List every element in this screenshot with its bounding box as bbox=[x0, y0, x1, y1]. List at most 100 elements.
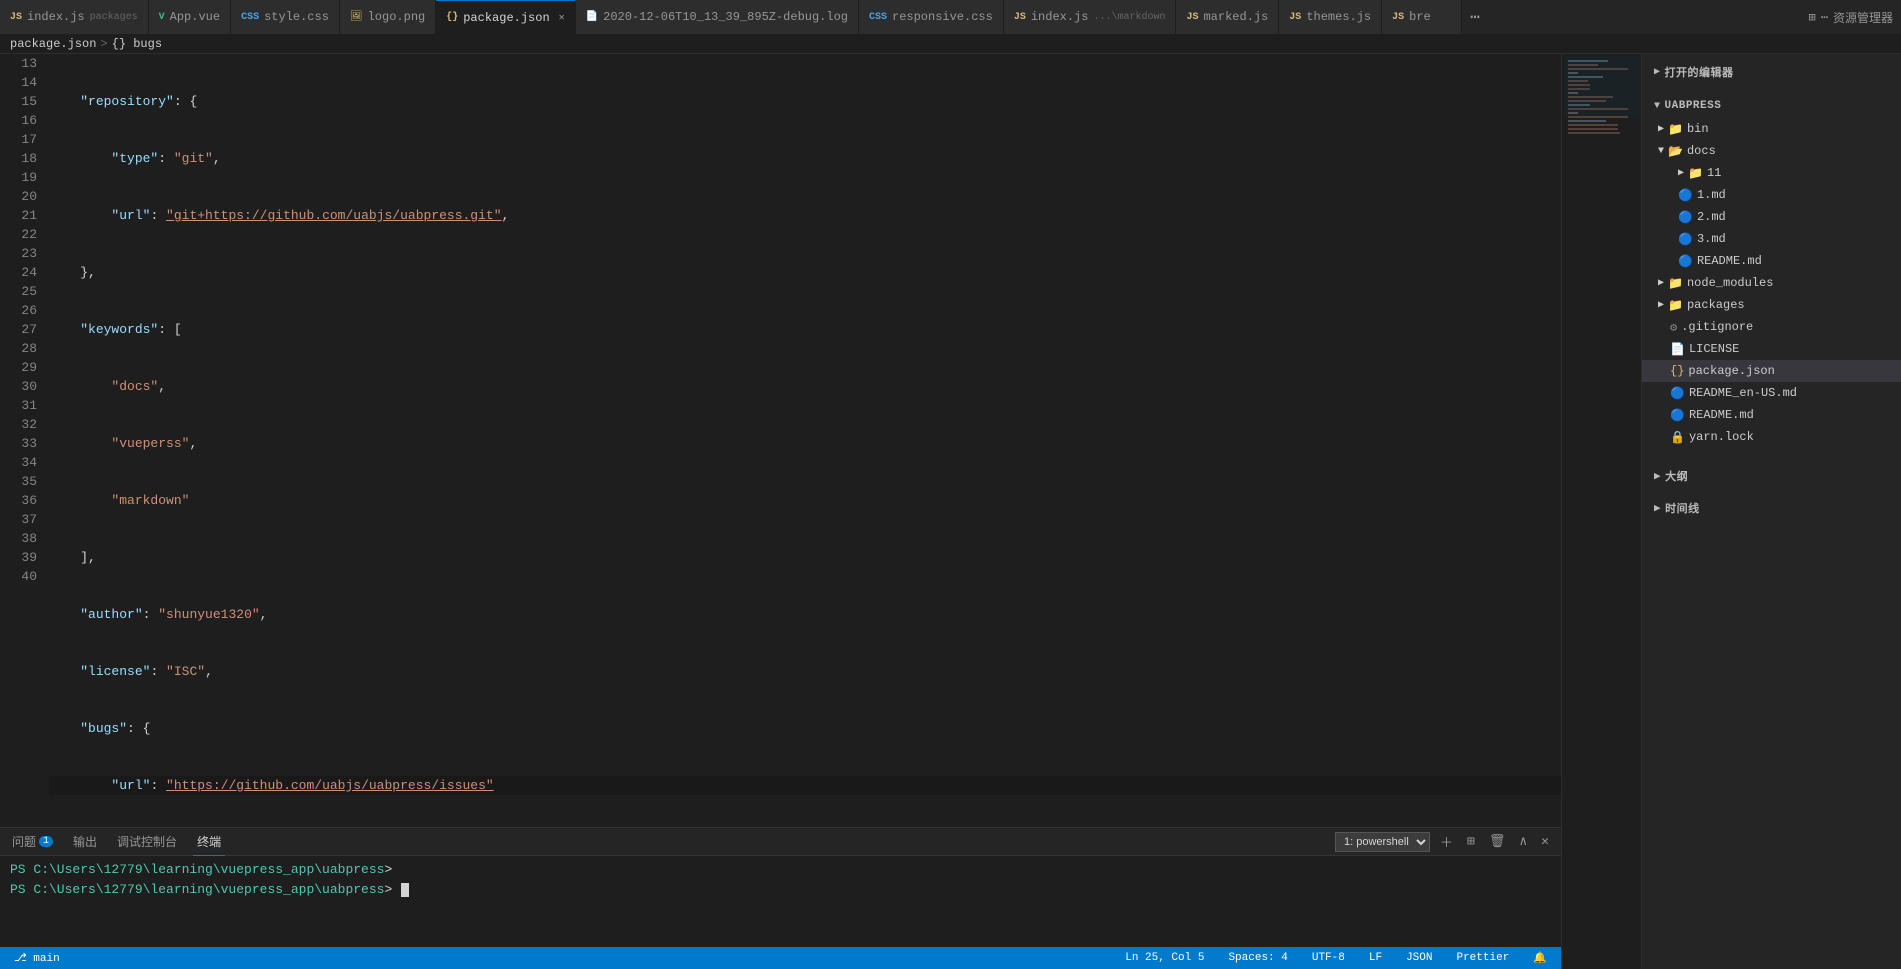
sidebar-item-3md[interactable]: 🔵 3.md bbox=[1642, 228, 1901, 250]
code-line: "type": "git", bbox=[49, 149, 1561, 168]
tab-label: index.js bbox=[1031, 10, 1089, 24]
tab-responsive-css[interactable]: CSS responsive.css bbox=[859, 0, 1004, 35]
tab-bar: JS index.js packages V App.vue CSS style… bbox=[0, 0, 1901, 35]
sidebar-item-yarn-lock[interactable]: 🔒 yarn.lock bbox=[1642, 426, 1901, 448]
md-icon: 🔵 bbox=[1678, 188, 1693, 203]
terminal-path: PS C:\Users\12779\learning\vuepress_app\… bbox=[10, 862, 384, 877]
tab-label: logo.png bbox=[368, 10, 426, 24]
status-language[interactable]: JSON bbox=[1400, 952, 1438, 964]
tab-label: style.css bbox=[264, 10, 329, 24]
folder-icon: 📁 bbox=[1688, 166, 1703, 181]
terminal-controls: 1: powershell ＋ ⊞ 🗑 ∧ ✕ bbox=[1335, 830, 1553, 853]
md-icon: 🔵 bbox=[1678, 254, 1693, 269]
sidebar-item-package-json[interactable]: {} package.json bbox=[1642, 360, 1901, 382]
sidebar-item-node-modules[interactable]: ▶ 📁 node_modules bbox=[1642, 272, 1901, 294]
tab-label: App.vue bbox=[170, 10, 220, 24]
terminal-line-2: PS C:\Users\12779\learning\vuepress_app\… bbox=[10, 880, 1551, 900]
code-line: "vueperss", bbox=[49, 434, 1561, 453]
close-icon[interactable]: ✕ bbox=[559, 12, 565, 24]
status-right: Ln 25, Col 5 Spaces: 4 UTF-8 LF JSON Pre… bbox=[1119, 951, 1553, 965]
tab-style-css[interactable]: CSS style.css bbox=[231, 0, 340, 35]
sidebar-item-1md[interactable]: 🔵 1.md bbox=[1642, 184, 1901, 206]
terminal-content: PS C:\Users\12779\learning\vuepress_app\… bbox=[0, 856, 1561, 947]
tab-themes-js[interactable]: JS themes.js bbox=[1279, 0, 1382, 35]
resource-manager-label: 资源管理器 bbox=[1833, 9, 1893, 26]
md-icon: 🔵 bbox=[1670, 408, 1685, 423]
json-icon: {} bbox=[1670, 364, 1684, 378]
tab-index-js-packages[interactable]: JS index.js packages bbox=[0, 0, 149, 35]
sidebar-item-docs[interactable]: ▼ 📂 docs bbox=[1642, 140, 1901, 162]
code-line: "markdown" bbox=[49, 491, 1561, 510]
minimap bbox=[1561, 54, 1641, 969]
sidebar-uabpress-title[interactable]: ▼ UABPRESS bbox=[1642, 94, 1901, 118]
tab-logo-png[interactable]: 🖼 logo.png bbox=[340, 0, 436, 35]
terminal-tabs: 问题 1 输出 调试控制台 终端 1: powershell ＋ ⊞ 🗑 ∧ ✕ bbox=[0, 828, 1561, 856]
tab-more-button[interactable]: ⋯ bbox=[1462, 7, 1488, 27]
tab-marked-js[interactable]: JS marked.js bbox=[1176, 0, 1279, 35]
sidebar-item-2md[interactable]: 🔵 2.md bbox=[1642, 206, 1901, 228]
sidebar-item-license[interactable]: 📄 LICENSE bbox=[1642, 338, 1901, 360]
sidebar-item-readme-root[interactable]: 🔵 README.md bbox=[1642, 404, 1901, 426]
tab-label: responsive.css bbox=[892, 10, 993, 24]
tab-index-js-markdown[interactable]: JS index.js ...\markdown bbox=[1004, 0, 1177, 35]
status-position[interactable]: Ln 25, Col 5 bbox=[1119, 952, 1210, 964]
code-content[interactable]: "repository": { "type": "git", "url": "g… bbox=[45, 54, 1561, 827]
main-area: 1314151617 1819202122 2324252627 2829303… bbox=[0, 54, 1901, 969]
sidebar-timeline-title[interactable]: ▶ 时间线 bbox=[1642, 492, 1901, 520]
status-bar: ⎇ main Ln 25, Col 5 Spaces: 4 UTF-8 LF J… bbox=[0, 947, 1561, 969]
folder-icon: 📁 bbox=[1668, 122, 1683, 137]
code-line: "repository": { bbox=[49, 92, 1561, 111]
tab-bar-icon-split[interactable]: ⊞ bbox=[1809, 10, 1816, 25]
sidebar-outline-title[interactable]: ▶ 大纲 bbox=[1642, 460, 1901, 488]
status-formatter[interactable]: Prettier bbox=[1450, 952, 1515, 964]
sidebar-item-bin[interactable]: ▶ 📁 bin bbox=[1642, 118, 1901, 140]
terminal-tab-debug[interactable]: 调试控制台 bbox=[113, 828, 181, 856]
code-line: }, bbox=[49, 263, 1561, 282]
lock-icon: 🔒 bbox=[1670, 430, 1685, 445]
folder-collapsed-icon: ▶ bbox=[1658, 277, 1664, 289]
tab-package-json[interactable]: {} package.json ✕ bbox=[436, 0, 575, 35]
terminal-add-button[interactable]: ＋ bbox=[1436, 830, 1457, 853]
code-line: "author": "shunyue1320", bbox=[49, 605, 1561, 624]
terminal-close-button[interactable]: ✕ bbox=[1537, 832, 1553, 851]
arrow-icon: ▶ bbox=[1654, 469, 1661, 483]
terminal-split-button[interactable]: ⊞ bbox=[1463, 832, 1479, 851]
code-line: "docs", bbox=[49, 377, 1561, 396]
terminal-path: PS C:\Users\12779\learning\vuepress_app\… bbox=[10, 882, 384, 897]
sidebar-open-editors-section: ▶ 打开的编辑器 bbox=[1642, 54, 1901, 90]
tab-label: index.js bbox=[27, 10, 85, 24]
terminal-tab-output[interactable]: 输出 bbox=[69, 828, 101, 856]
tab-debug-log[interactable]: 📄 2020-12-06T10_13_39_895Z-debug.log bbox=[576, 0, 859, 35]
sidebar-item-readme-en[interactable]: 🔵 README_en-US.md bbox=[1642, 382, 1901, 404]
tab-label: marked.js bbox=[1203, 10, 1268, 24]
terminal-up-button[interactable]: ∧ bbox=[1515, 832, 1531, 851]
sidebar-item-readme-docs[interactable]: 🔵 README.md bbox=[1642, 250, 1901, 272]
code-line-25: "url": "https://github.com/uabjs/uabpres… bbox=[49, 776, 1561, 795]
status-branch[interactable]: ⎇ main bbox=[8, 951, 66, 965]
terminal-delete-button[interactable]: 🗑 bbox=[1485, 832, 1510, 851]
status-notification[interactable]: 🔔 bbox=[1527, 951, 1553, 965]
md-icon: 🔵 bbox=[1678, 232, 1693, 247]
breadcrumb: package.json > {} bugs bbox=[0, 35, 1901, 54]
code-line: ], bbox=[49, 548, 1561, 567]
folder-open-icon: ▼ bbox=[1658, 146, 1664, 157]
code-line: "bugs": { bbox=[49, 719, 1561, 738]
breadcrumb-file[interactable]: package.json bbox=[10, 37, 96, 51]
status-eol[interactable]: LF bbox=[1363, 952, 1388, 964]
tab-bar-icon-more[interactable]: ⋯ bbox=[1821, 10, 1828, 25]
status-spaces[interactable]: Spaces: 4 bbox=[1222, 952, 1293, 964]
text-icon: 📄 bbox=[1670, 342, 1685, 357]
tab-app-vue[interactable]: V App.vue bbox=[149, 0, 231, 35]
folder-collapsed-icon: ▶ bbox=[1658, 299, 1664, 311]
tab-bre[interactable]: JS bre bbox=[1382, 0, 1462, 35]
terminal-tab-terminal[interactable]: 终端 bbox=[193, 828, 225, 856]
status-encoding[interactable]: UTF-8 bbox=[1306, 952, 1351, 964]
sidebar-item-11[interactable]: ▶ 📁 11 bbox=[1642, 162, 1901, 184]
breadcrumb-section[interactable]: {} bugs bbox=[112, 37, 162, 51]
sidebar-item-gitignore[interactable]: ⚙ .gitignore bbox=[1642, 316, 1901, 338]
sidebar-open-editors-title[interactable]: ▶ 打开的编辑器 bbox=[1642, 58, 1901, 86]
folder-icon: 📁 bbox=[1668, 276, 1683, 291]
terminal-dropdown[interactable]: 1: powershell bbox=[1335, 832, 1430, 852]
terminal-tab-issues[interactable]: 问题 1 bbox=[8, 828, 57, 856]
sidebar-item-packages[interactable]: ▶ 📁 packages bbox=[1642, 294, 1901, 316]
